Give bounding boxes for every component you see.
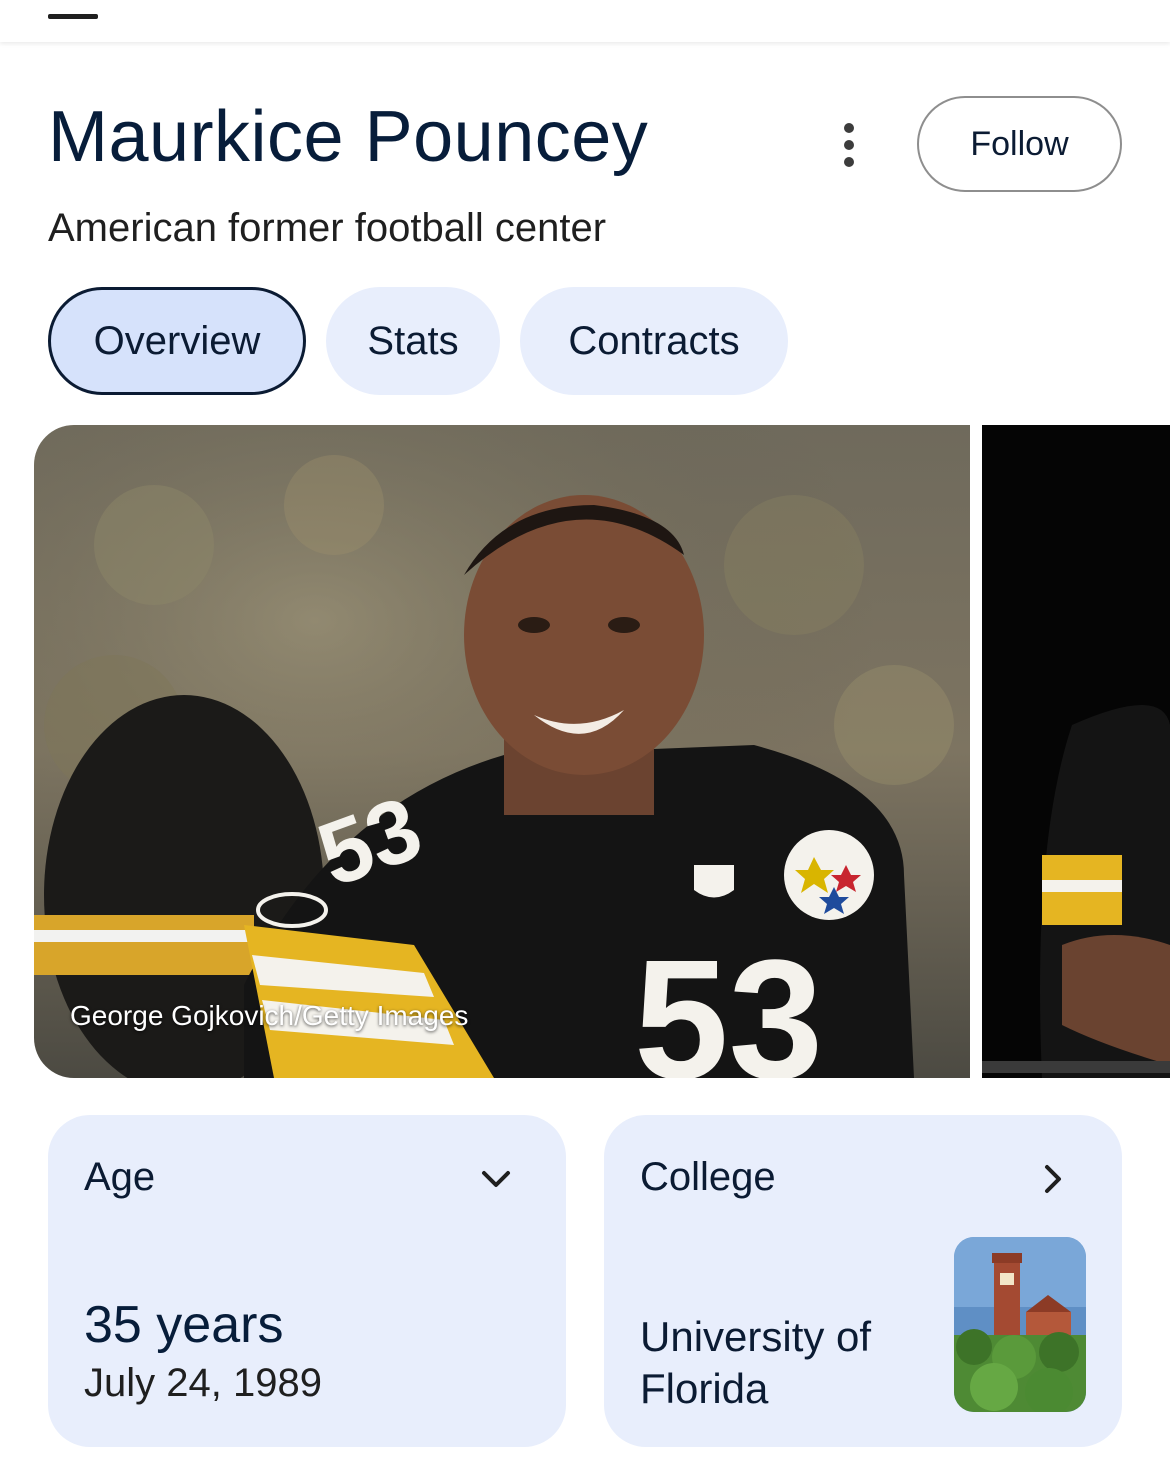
player-photo-secondary-image xyxy=(982,425,1170,1078)
tab-overview[interactable]: Overview xyxy=(48,287,306,395)
follow-button[interactable]: Follow xyxy=(917,96,1122,192)
tab-bar: Overview Stats Contracts xyxy=(48,287,788,395)
tab-stats[interactable]: Stats xyxy=(326,287,500,395)
birth-date: July 24, 1989 xyxy=(84,1361,322,1405)
age-card-label: Age xyxy=(84,1155,156,1199)
active-tab-indicator xyxy=(48,14,98,19)
more-options-button[interactable] xyxy=(826,118,872,172)
college-thumbnail-image xyxy=(954,1237,1086,1412)
page-title: Maurkice Pouncey xyxy=(48,97,649,177)
age-card[interactable]: Age 35 years July 24, 1989 xyxy=(48,1115,566,1447)
top-nav-bar xyxy=(0,0,1170,42)
player-photo[interactable]: 53 53 xyxy=(34,425,970,1078)
photo-credit: George Gojkovich/Getty Images xyxy=(70,1000,469,1031)
college-thumbnail[interactable] xyxy=(954,1237,1086,1412)
svg-text:53: 53 xyxy=(634,925,823,1078)
more-vert-icon xyxy=(844,123,854,133)
page-subtitle: American former football center xyxy=(48,206,607,250)
player-photo-secondary[interactable] xyxy=(982,425,1170,1078)
chevron-down-icon[interactable] xyxy=(476,1159,516,1199)
chevron-right-icon[interactable] xyxy=(1032,1159,1072,1199)
age-value: 35 years xyxy=(84,1296,284,1354)
player-photo-image: 53 53 xyxy=(34,425,970,1078)
college-card-label: College xyxy=(640,1155,776,1199)
college-name: University of Florida xyxy=(640,1313,872,1412)
college-card[interactable]: College University of Florida xyxy=(604,1115,1122,1447)
tab-contracts[interactable]: Contracts xyxy=(520,287,788,395)
